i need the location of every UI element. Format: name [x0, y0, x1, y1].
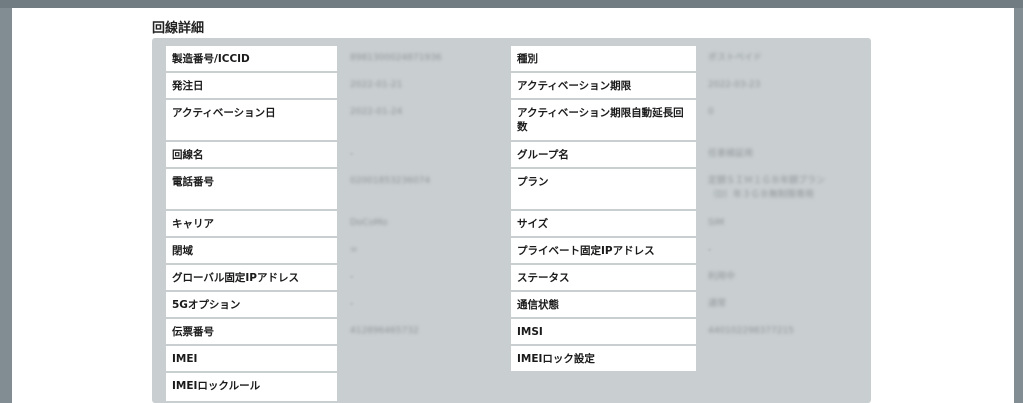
value-carrier: DoCoMo: [350, 218, 388, 228]
value-group-name: 任意検証用: [708, 149, 754, 159]
label-line-name: 回線名: [166, 142, 337, 167]
page-content: 回線詳細 製造番号/ICCID 8981300024871936 発注日 202…: [12, 8, 1014, 403]
top-bar: [0, 0, 1023, 8]
label-global-ip: グローバル固定IPアドレス: [166, 265, 337, 290]
line-detail-panel: 製造番号/ICCID 8981300024871936 発注日 2022-01-…: [152, 38, 871, 403]
value-slip-number: 412896465732: [350, 326, 419, 336]
value-activation-auto-extend: 0: [708, 107, 714, 117]
value-imsi: 440102298377215: [708, 326, 794, 336]
value-line-name: -: [350, 149, 354, 159]
label-iccid: 製造番号/ICCID: [166, 46, 337, 71]
label-phone-number: 電話番号: [166, 169, 337, 209]
value-activation-date: 2022-01-24: [350, 107, 403, 117]
label-closed-network: 閉域: [166, 238, 337, 263]
browser-frame: 回線詳細 製造番号/ICCID 8981300024871936 発注日 202…: [0, 0, 1023, 403]
value-iccid: 8981300024871936: [350, 53, 442, 63]
value-order-date: 2022-01-21: [350, 80, 403, 90]
value-comm-state: 通常: [708, 299, 727, 309]
label-imei-lock-rule: IMEIロックルール: [166, 373, 337, 401]
label-plan: プラン: [511, 169, 696, 209]
label-type: 種別: [511, 46, 696, 71]
label-status: ステータス: [511, 265, 696, 290]
label-comm-state: 通信状態: [511, 292, 696, 317]
label-slip-number: 伝票番号: [166, 319, 337, 344]
label-order-date: 発注日: [166, 73, 337, 98]
value-activation-deadline: 2022-03-23: [708, 80, 761, 90]
section-title: 回線詳細: [152, 21, 205, 36]
label-group-name: グループ名: [511, 142, 696, 167]
value-private-ip: -: [708, 245, 712, 255]
value-plan: 定額ＳＩＭ１ＧＢ年額プラン （D）年３ＧＢ無制限専用: [708, 176, 826, 200]
label-imsi: IMSI: [511, 319, 696, 344]
label-imei-lock-setting: IMEIロック設定: [511, 346, 696, 371]
value-5g-option: -: [350, 299, 354, 309]
value-size: SIM: [708, 218, 725, 228]
label-size: サイズ: [511, 211, 696, 236]
label-carrier: キャリア: [166, 211, 337, 236]
label-5g-option: 5Gオプション: [166, 292, 337, 317]
label-activation-deadline: アクティベーション期限: [511, 73, 696, 98]
value-phone-number: 02001853236074: [350, 176, 431, 186]
value-status: 利用中: [708, 272, 736, 282]
value-closed-network: ∞: [350, 245, 358, 255]
value-type: ポストペイド: [708, 53, 763, 63]
value-global-ip: -: [350, 272, 354, 282]
label-imei: IMEI: [166, 346, 337, 371]
label-activation-date: アクティベーション日: [166, 100, 337, 140]
label-private-ip: プライベート固定IPアドレス: [511, 238, 696, 263]
label-activation-auto-extend: アクティベーション期限自動延長回数: [511, 100, 696, 140]
